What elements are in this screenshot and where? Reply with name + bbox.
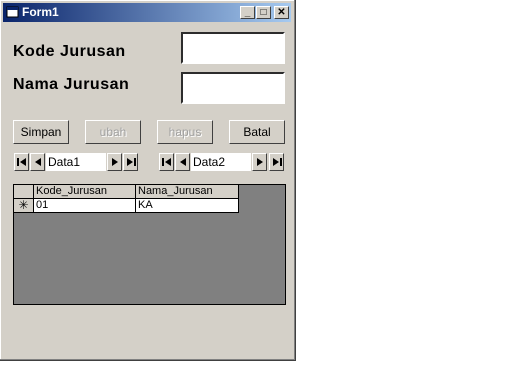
move-first-icon xyxy=(162,158,171,166)
new-row-marker-icon: ✳ xyxy=(14,199,34,213)
grid-cell-nama[interactable]: KA xyxy=(136,199,239,213)
move-next-icon xyxy=(257,158,263,166)
form-icon xyxy=(6,6,19,18)
nama-jurusan-input[interactable] xyxy=(181,72,285,104)
data1-control: Data1 xyxy=(14,153,140,173)
ubah-button[interactable]: ubah xyxy=(85,120,141,144)
next-record-button[interactable] xyxy=(252,153,267,171)
data-grid[interactable]: Kode_Jurusan Nama_Jurusan ✳ 01 KA xyxy=(13,184,286,305)
minimize-button[interactable]: _ xyxy=(240,6,255,19)
first-record-button[interactable] xyxy=(159,153,174,171)
move-previous-icon xyxy=(180,158,186,166)
window-title: Form1 xyxy=(22,5,59,19)
grid-corner-header xyxy=(14,185,34,199)
move-first-icon xyxy=(17,158,26,166)
move-last-icon xyxy=(127,158,136,166)
hapus-button[interactable]: hapus xyxy=(157,120,213,144)
previous-record-button[interactable] xyxy=(175,153,190,171)
last-record-button[interactable] xyxy=(123,153,138,171)
last-record-button[interactable] xyxy=(269,153,284,171)
form1-window: Form1 _ □ ✕ Kode Jurusan Nama Jurusan Si… xyxy=(0,0,296,361)
move-last-icon xyxy=(273,158,282,166)
maximize-button[interactable]: □ xyxy=(256,6,271,19)
batal-button[interactable]: Batal xyxy=(229,120,285,144)
first-record-button[interactable] xyxy=(14,153,29,171)
next-record-button[interactable] xyxy=(107,153,122,171)
column-header-kode-jurusan[interactable]: Kode_Jurusan xyxy=(34,185,136,199)
move-previous-icon xyxy=(35,158,41,166)
close-button[interactable]: ✕ xyxy=(274,6,289,19)
data1-caption: Data1 xyxy=(46,153,106,171)
simpan-button[interactable]: Simpan xyxy=(13,120,69,144)
kode-jurusan-label: Kode Jurusan xyxy=(13,43,126,60)
kode-jurusan-input[interactable] xyxy=(181,32,285,64)
nama-jurusan-label: Nama Jurusan xyxy=(13,76,130,93)
data2-caption: Data2 xyxy=(191,153,251,171)
previous-record-button[interactable] xyxy=(30,153,45,171)
move-next-icon xyxy=(112,158,118,166)
title-bar[interactable]: Form1 _ □ ✕ xyxy=(3,3,291,22)
data2-control: Data2 xyxy=(159,153,286,173)
grid-cell-kode[interactable]: 01 xyxy=(34,199,136,213)
column-header-nama-jurusan[interactable]: Nama_Jurusan xyxy=(136,185,239,199)
